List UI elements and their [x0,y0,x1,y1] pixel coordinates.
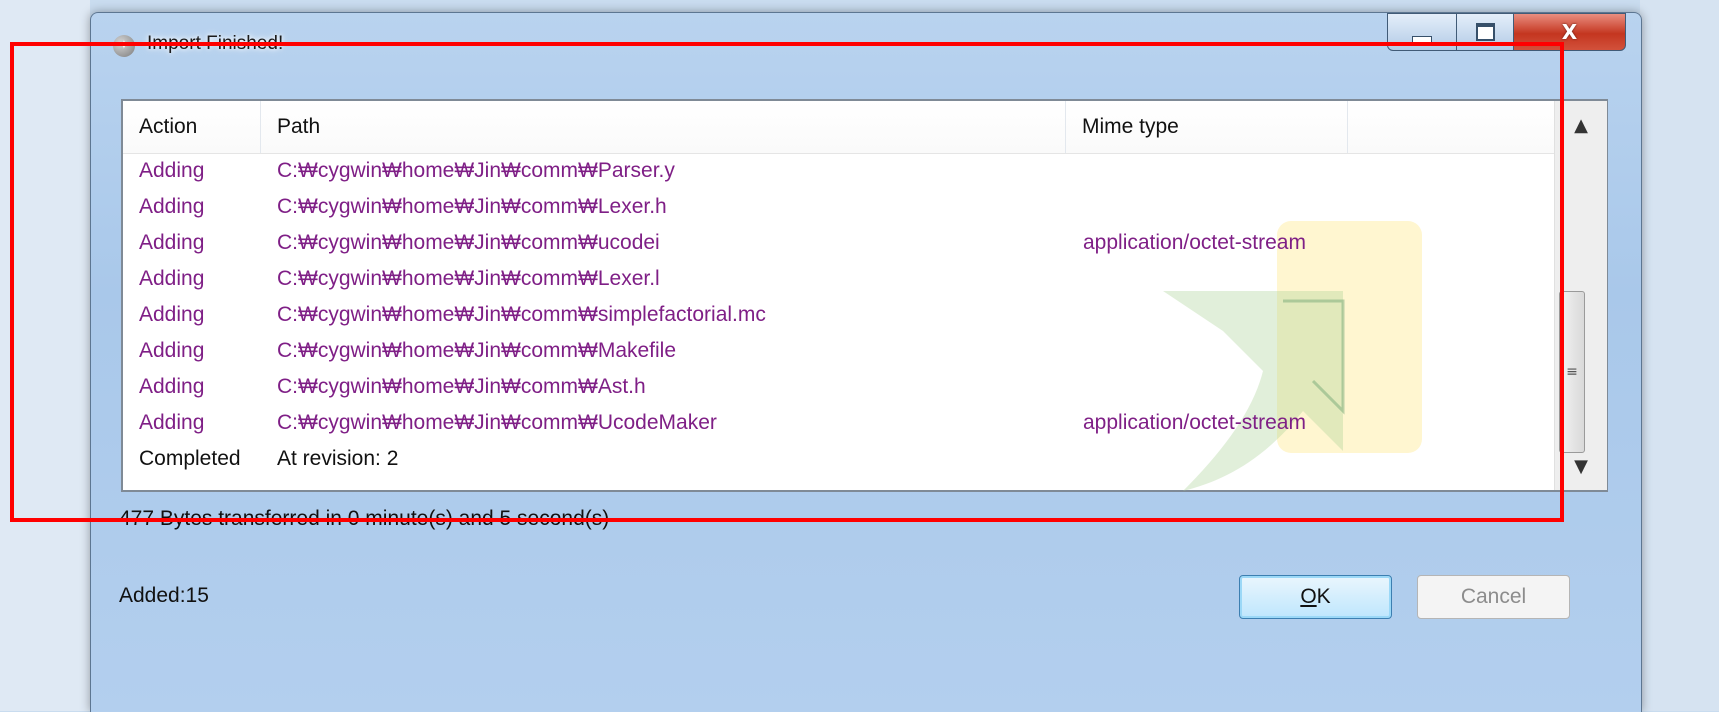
cancel-button[interactable]: Cancel [1417,575,1570,619]
annotation-highlight-box [10,42,1564,522]
ok-label-rest: K [1316,585,1331,608]
added-count-text: Added:15 [119,584,209,607]
maximize-icon [1475,23,1495,41]
close-icon: X [1561,20,1578,44]
background-right [1640,0,1719,711]
ok-accelerator: O [1300,585,1317,608]
scroll-grip-icon: ≡ [1566,364,1578,380]
scroll-down-icon: ▼ [1574,455,1588,477]
scroll-up-icon: ▲ [1574,114,1588,136]
ok-button[interactable]: OK [1239,575,1392,619]
